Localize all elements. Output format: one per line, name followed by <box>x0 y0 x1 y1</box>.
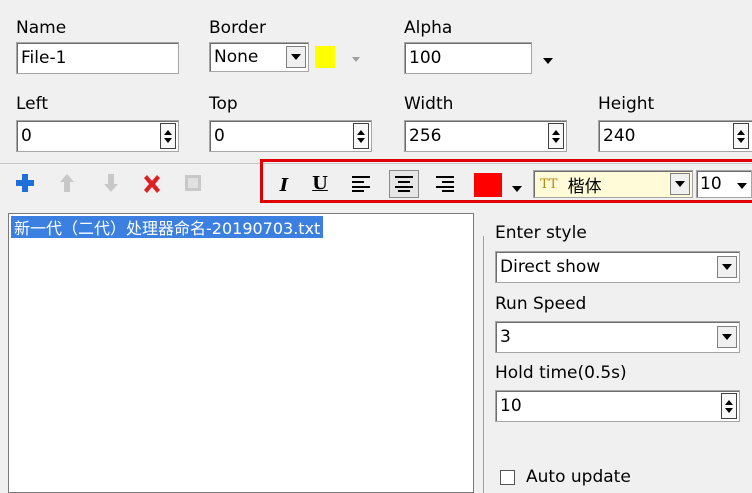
move-down-icon[interactable] <box>100 172 122 194</box>
enter-style-label: Enter style <box>495 223 587 243</box>
spin-icon[interactable] <box>733 121 749 151</box>
alpha-value: 100 <box>409 48 442 68</box>
underline-button[interactable]: U <box>310 172 330 194</box>
border-color-swatch[interactable] <box>315 46 335 68</box>
chevron-down-icon[interactable] <box>737 183 747 189</box>
chevron-down-icon[interactable] <box>717 326 737 348</box>
align-left-icon[interactable] <box>350 174 372 194</box>
spin-icon[interactable] <box>160 121 176 151</box>
add-icon[interactable] <box>14 172 36 194</box>
delete-icon[interactable] <box>140 172 164 196</box>
run-speed-select[interactable]: 3 <box>495 321 740 353</box>
hold-time-spinner[interactable]: 10 <box>495 390 740 422</box>
alpha-input[interactable]: 100 <box>404 42 532 74</box>
height-value: 240 <box>603 126 636 146</box>
name-input[interactable]: File-1 <box>16 42 179 74</box>
top-label: Top <box>209 94 238 114</box>
list-item[interactable]: 新一代（二代）处理器命名-20190703.txt <box>11 216 324 238</box>
align-center-icon[interactable] <box>389 170 419 198</box>
font-size-value: 10 <box>700 174 722 194</box>
font-size-select[interactable]: 10 <box>696 170 752 198</box>
enter-style-select[interactable]: Direct show <box>495 251 740 283</box>
auto-update-label: Auto update <box>526 467 631 487</box>
font-select[interactable]: TT 楷体 <box>533 170 693 198</box>
width-spinner[interactable]: 256 <box>404 120 567 152</box>
properties-icon[interactable] <box>182 172 204 194</box>
font-icon: TT <box>540 176 558 192</box>
chevron-down-icon[interactable] <box>670 173 690 195</box>
top-spinner[interactable]: 0 <box>209 120 372 152</box>
enter-style-value: Direct show <box>500 257 601 277</box>
spin-icon[interactable] <box>548 121 564 151</box>
alpha-dropdown-icon[interactable] <box>543 58 553 64</box>
width-label: Width <box>404 94 454 114</box>
height-label: Height <box>598 94 655 114</box>
height-spinner[interactable]: 240 <box>598 120 752 152</box>
chevron-down-icon[interactable] <box>717 256 737 278</box>
file-list[interactable]: 新一代（二代）处理器命名-20190703.txt <box>8 213 474 493</box>
spin-icon[interactable] <box>353 121 369 151</box>
align-right-icon[interactable] <box>434 174 456 194</box>
border-color-dropdown-icon[interactable] <box>352 57 360 62</box>
text-color-dropdown-icon[interactable] <box>512 186 522 192</box>
border-select[interactable]: None <box>209 42 309 72</box>
italic-button[interactable]: I <box>275 174 293 196</box>
auto-update-checkbox[interactable] <box>500 470 515 485</box>
move-up-icon[interactable] <box>56 172 78 194</box>
top-value: 0 <box>214 126 225 146</box>
left-label: Left <box>16 94 48 114</box>
run-speed-label: Run Speed <box>495 294 587 314</box>
run-speed-value: 3 <box>500 327 511 347</box>
name-value: File-1 <box>21 48 67 68</box>
hold-time-value: 10 <box>500 396 522 416</box>
border-label: Border <box>209 18 266 38</box>
font-name: 楷体 <box>567 176 602 197</box>
left-spinner[interactable]: 0 <box>16 120 179 152</box>
alpha-label: Alpha <box>404 18 453 38</box>
name-label: Name <box>16 18 67 38</box>
border-value: None <box>214 47 259 67</box>
width-value: 256 <box>409 126 442 146</box>
left-value: 0 <box>21 126 32 146</box>
spin-icon[interactable] <box>721 391 737 421</box>
hold-time-label: Hold time(0.5s) <box>495 363 627 383</box>
chevron-down-icon[interactable] <box>286 46 306 68</box>
text-color-swatch[interactable] <box>474 173 502 197</box>
